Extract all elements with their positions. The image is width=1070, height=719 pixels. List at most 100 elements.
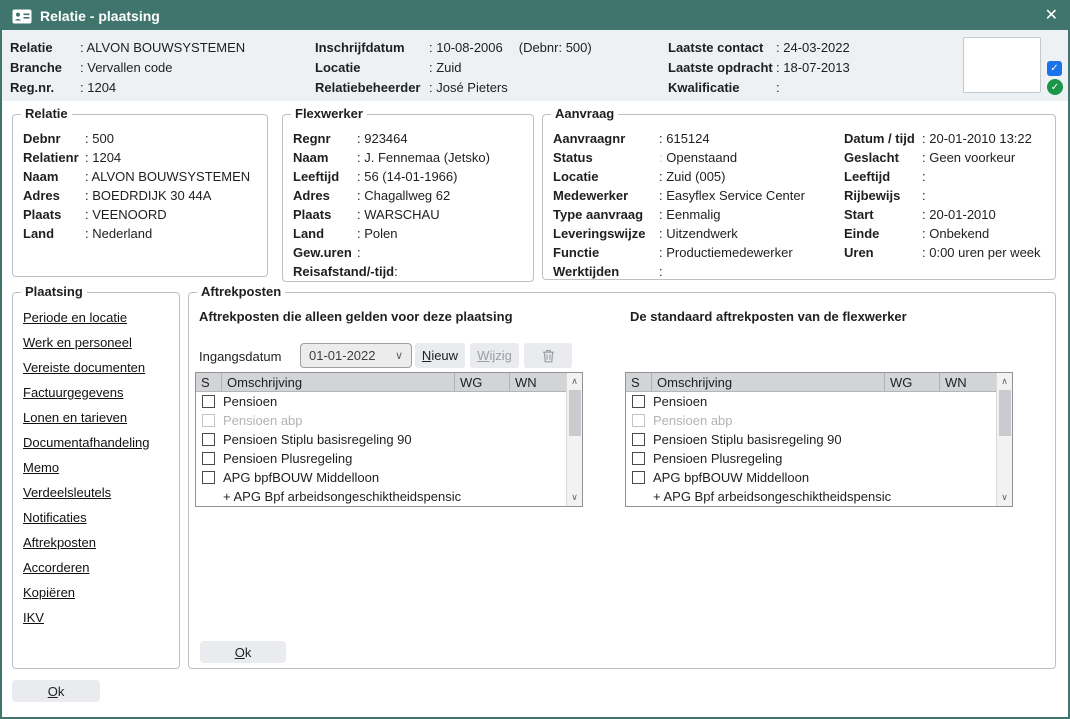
field-label: Aanvraagnr <box>553 131 659 146</box>
field-row: Inschrijfdatum 10-08-2006 (Debnr: 500) <box>315 37 592 57</box>
field-label: Leveringswijze <box>553 226 659 241</box>
header-col-3: Laatste contact 24-03-2022 Laatste opdra… <box>668 37 850 97</box>
row-label: + APG Bpf arbeidsongeschiktheidspensic <box>223 489 461 504</box>
scrollbar-thumb[interactable] <box>569 390 581 436</box>
row-checkbox[interactable] <box>632 395 645 408</box>
titlebar: Relatie - plaatsing ✕ <box>2 2 1068 30</box>
sidebar-item-notificaties[interactable]: Notificaties <box>23 510 179 535</box>
field-label: Land <box>23 226 85 241</box>
field-row: Leeftijd56 (14-01-1966) <box>293 167 527 186</box>
field-row: Locatie Zuid <box>315 57 592 77</box>
scroll-up-icon[interactable]: ∧ <box>567 373 582 390</box>
field-row: Type aanvraagEenmalig <box>553 205 805 224</box>
placement-deductions-title: Aftrekposten die alleen gelden voor deze… <box>199 309 513 324</box>
field-value: 20-01-2010 <box>922 207 996 222</box>
scrollbar[interactable]: ∧ ∨ <box>566 373 582 506</box>
list-item[interactable]: Pensioen <box>196 392 566 411</box>
list-item[interactable]: APG bpfBOUW Middelloon <box>196 468 566 487</box>
sidebar-item-aftrekposten[interactable]: Aftrekposten <box>23 535 179 560</box>
sidebar-item-werk-en-personeel[interactable]: Werk en personeel <box>23 335 179 360</box>
chevron-down-icon: ∨ <box>395 349 403 362</box>
field-row: Relatiebeheerder José Pieters <box>315 77 592 97</box>
field-value: Chagallweg 62 <box>357 188 450 203</box>
list-item[interactable]: Pensioen Plusregeling <box>626 449 996 468</box>
row-checkbox[interactable] <box>632 433 645 446</box>
panel-legend: Flexwerker <box>291 107 367 121</box>
button-accel: W <box>477 348 489 363</box>
sidebar-item-verdeelsleutels[interactable]: Verdeelsleutels <box>23 485 179 510</box>
nieuw-button[interactable]: Nieuw <box>415 343 465 368</box>
field-row: Gew.uren <box>293 243 527 262</box>
check-icon: ✓ <box>1050 63 1058 74</box>
placement-deductions-list: S Omschrijving WG WN Pensioen Pensioen a… <box>195 372 583 507</box>
sidebar-item-factuurgegevens[interactable]: Factuurgegevens <box>23 385 179 410</box>
field-label: Werktijden <box>553 264 659 279</box>
field-row: Leeftijd <box>844 167 1041 186</box>
field-value: Openstaand <box>659 150 737 165</box>
wijzig-button[interactable]: Wijzig <box>470 343 519 368</box>
field-value: Vervallen code <box>80 60 173 75</box>
sidebar-item-accorderen[interactable]: Accorderen <box>23 560 179 585</box>
field-value: Polen <box>357 226 397 241</box>
field-row: Start20-01-2010 <box>844 205 1041 224</box>
list-item[interactable]: Pensioen <box>626 392 996 411</box>
field-value: 923464 <box>357 131 408 146</box>
field-row: Regnr923464 <box>293 129 527 148</box>
button-accel: O <box>48 684 58 699</box>
row-checkbox[interactable] <box>202 471 215 484</box>
row-checkbox[interactable] <box>202 452 215 465</box>
column-header-wg: WG <box>455 373 510 391</box>
window-ok-button[interactable]: Ok <box>12 680 100 702</box>
ingangsdatum-select[interactable]: 01-01-2022 ∨ <box>300 343 412 368</box>
button-accel: O <box>235 645 245 660</box>
row-checkbox[interactable] <box>632 471 645 484</box>
ingangsdatum-value: 01-01-2022 <box>309 348 376 363</box>
field-row: FunctieProductiemedewerker <box>553 243 805 262</box>
aftrekposten-ok-button[interactable]: Ok <box>200 641 286 663</box>
panel-legend: Aanvraag <box>551 107 618 121</box>
blue-checkbox[interactable]: ✓ <box>1047 61 1062 76</box>
row-label: Pensioen abp <box>223 413 303 428</box>
scrollbar[interactable]: ∧ ∨ <box>996 373 1012 506</box>
sidebar-item-kopieren[interactable]: Kopiëren <box>23 585 179 610</box>
field-row: Reg.nr. 1204 <box>10 77 245 97</box>
close-icon[interactable]: ✕ <box>1045 8 1058 24</box>
field-label: Datum / tijd <box>844 131 922 146</box>
sidebar-item-lonen-en-tarieven[interactable]: Lonen en tarieven <box>23 410 179 435</box>
row-checkbox <box>632 414 645 427</box>
row-label: Pensioen abp <box>653 413 733 428</box>
scroll-down-icon[interactable]: ∨ <box>567 489 582 506</box>
row-checkbox[interactable] <box>632 452 645 465</box>
button-label: ieuw <box>431 348 458 363</box>
sidebar-item-periode-en-locatie[interactable]: Periode en locatie <box>23 310 179 335</box>
field-value: Geen voorkeur <box>922 150 1015 165</box>
field-row: NaamJ. Fennemaa (Jetsko) <box>293 148 527 167</box>
field-label: Debnr <box>23 131 85 146</box>
field-row: Datum / tijd20-01-2010 13:22 <box>844 129 1041 148</box>
delete-button[interactable] <box>524 343 572 368</box>
sidebar-item-memo[interactable]: Memo <box>23 460 179 485</box>
scroll-down-icon[interactable]: ∨ <box>997 489 1012 506</box>
list-item[interactable]: Pensioen Plusregeling <box>196 449 566 468</box>
sidebar-item-documentafhandeling[interactable]: Documentafhandeling <box>23 435 179 460</box>
scrollbar-thumb[interactable] <box>999 390 1011 436</box>
sidebar-item-vereiste-documenten[interactable]: Vereiste documenten <box>23 360 179 385</box>
scroll-up-icon[interactable]: ∧ <box>997 373 1012 390</box>
list-item[interactable]: Pensioen Stiplu basisregeling 90 <box>196 430 566 449</box>
column-header-s: S <box>626 373 652 391</box>
list-item[interactable]: Pensioen Stiplu basisregeling 90 <box>626 430 996 449</box>
row-checkbox[interactable] <box>202 395 215 408</box>
field-row: Werktijden <box>553 262 805 281</box>
field-value: ALVON BOUWSYSTEMEN <box>80 40 245 55</box>
field-value: Uitzendwerk <box>659 226 738 241</box>
row-checkbox[interactable] <box>202 433 215 446</box>
list-item[interactable]: APG bpfBOUW Middelloon <box>626 468 996 487</box>
row-label: Pensioen Plusregeling <box>223 451 352 466</box>
sidebar-item-ikv[interactable]: IKV <box>23 610 179 635</box>
field-label: Plaats <box>293 207 357 222</box>
aanvraag-col-left: Aanvraagnr615124 StatusOpenstaand Locati… <box>553 129 805 281</box>
field-value: J. Fennemaa (Jetsko) <box>357 150 490 165</box>
panel-legend: Relatie <box>21 107 72 121</box>
field-value: 20-01-2010 13:22 <box>922 131 1032 146</box>
button-accel: N <box>422 348 431 363</box>
